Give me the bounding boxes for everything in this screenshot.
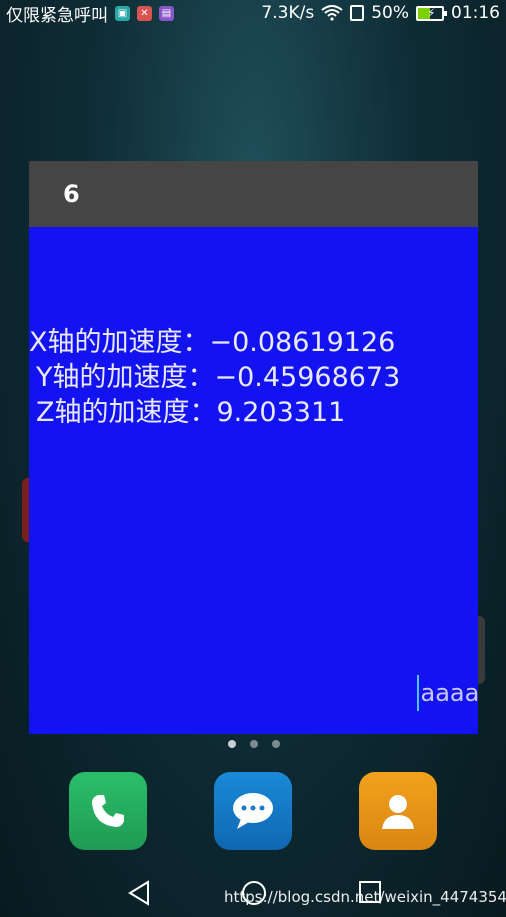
page-dot[interactable] — [250, 740, 258, 748]
android-debug-icon: ▣ — [115, 5, 130, 21]
text-cursor — [417, 675, 419, 711]
text-input[interactable]: aaaa — [417, 675, 479, 711]
battery-percent: 50% — [371, 3, 409, 23]
charging-icon: ⚡ — [427, 5, 436, 20]
dialog-header: 6 — [29, 161, 478, 227]
watermark: https://blog.csdn.net/weixin_44743543 — [224, 888, 506, 906]
phone-app-button[interactable] — [69, 772, 147, 850]
messages-app-button[interactable] — [214, 772, 292, 850]
status-bar-right: 7.3K/s 50% ⚡ 01:16 — [261, 3, 500, 23]
back-icon[interactable] — [126, 880, 152, 906]
status-bar-left: 仅限紧急呼叫 ▣ ✕ ▤ — [6, 1, 174, 26]
sim-card-icon — [350, 5, 365, 21]
input-value: aaaa — [420, 679, 480, 707]
carrier-text: 仅限紧急呼叫 — [6, 5, 108, 26]
sensor-dialog: 6 X轴的加速度：−0.08619126 Y轴的加速度：−0.45968673 … — [29, 161, 479, 734]
phone-icon — [92, 795, 124, 827]
page-dot[interactable] — [272, 740, 280, 748]
messages-icon — [233, 793, 273, 829]
status-bar: 仅限紧急呼叫 ▣ ✕ ▤ 7.3K/s 50% ⚡ 01:16 — [0, 0, 506, 26]
page-dot[interactable] — [228, 740, 236, 748]
x-acceleration-text: X轴的加速度：−0.08619126 — [29, 327, 396, 358]
dialog-body: X轴的加速度：−0.08619126 Y轴的加速度：−0.45968673 Z轴… — [29, 227, 479, 734]
gallery-app-icon: ▤ — [159, 5, 174, 21]
battery-icon: ⚡ — [416, 5, 447, 21]
page-indicator — [228, 740, 280, 748]
wifi-icon — [321, 5, 343, 21]
tool-app-icon: ✕ — [137, 5, 152, 21]
y-acceleration-text: Y轴的加速度：−0.45968673 — [36, 362, 401, 393]
background-app-edge — [22, 478, 29, 542]
z-acceleration-text: Z轴的加速度：9.203311 — [36, 397, 346, 428]
clock: 01:16 — [451, 3, 500, 23]
contacts-app-button[interactable] — [359, 772, 437, 850]
network-speed: 7.3K/s — [261, 3, 315, 23]
dialog-header-value: 6 — [63, 180, 80, 208]
background-app-edge — [478, 616, 485, 684]
contacts-icon — [382, 795, 414, 829]
